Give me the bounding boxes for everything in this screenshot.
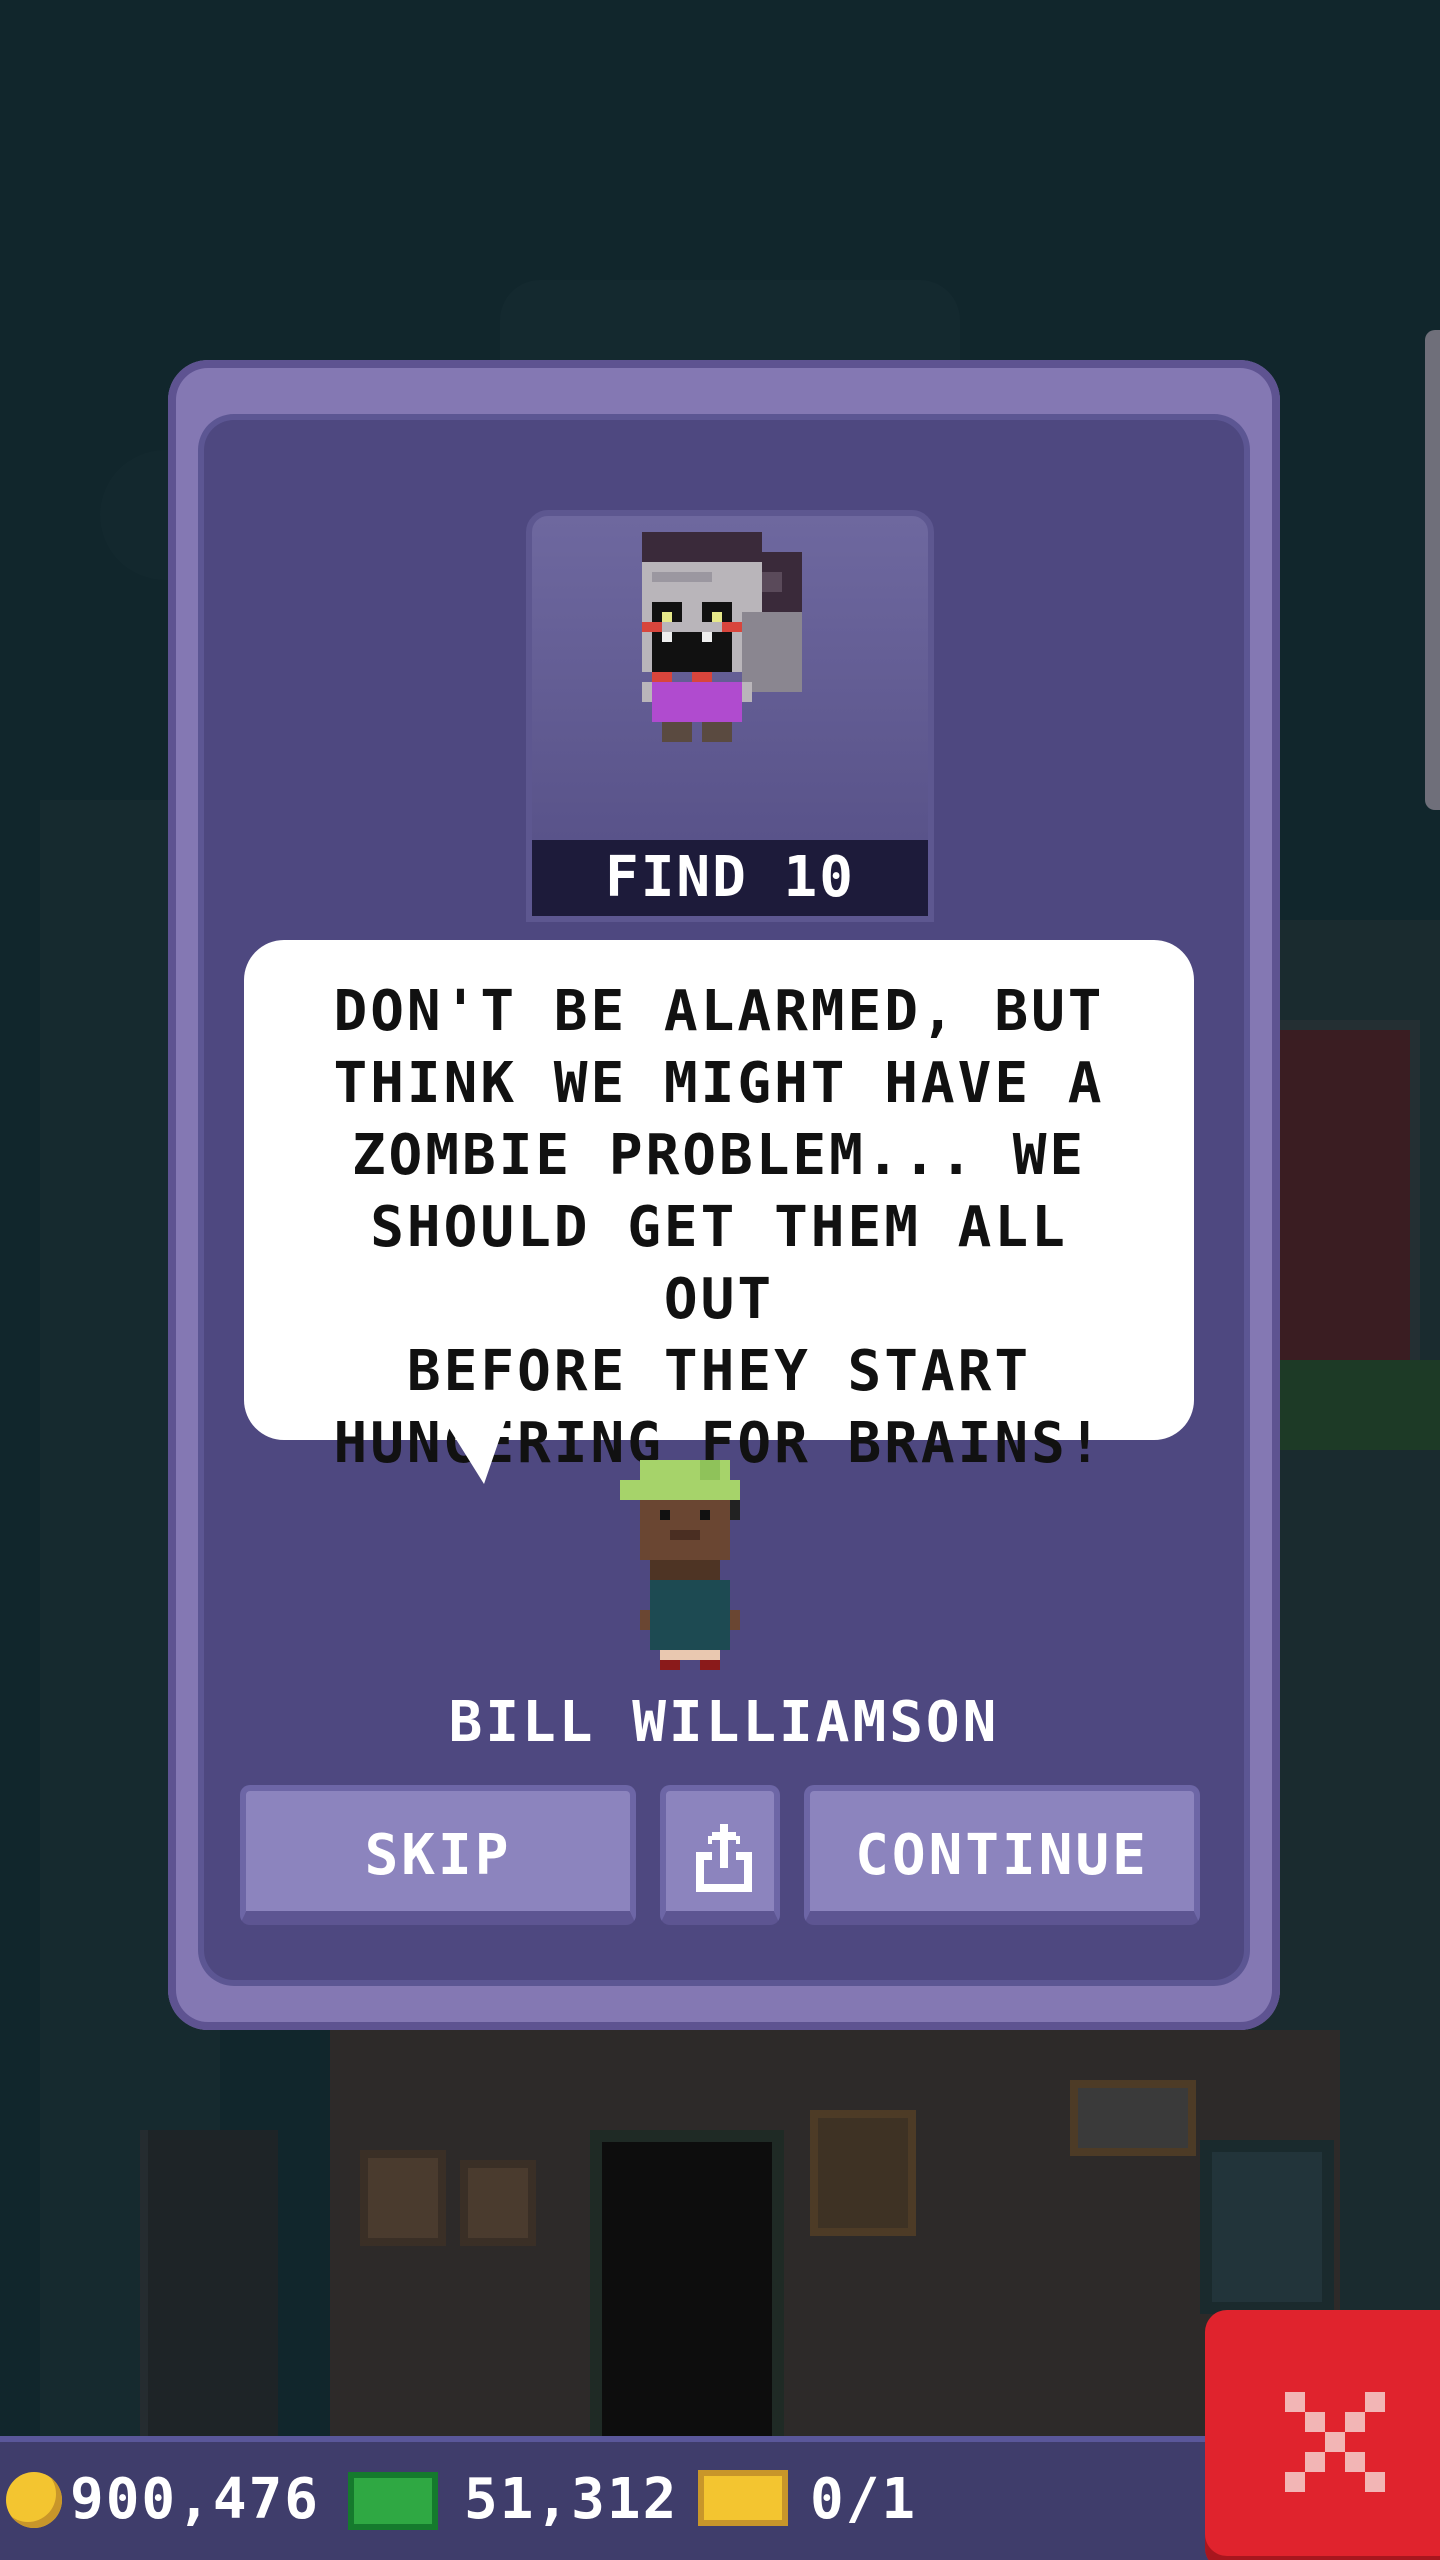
quest-dialog: FIND 10 DON'T BE ALARMED, BUT THINK WE M… bbox=[168, 360, 1280, 2030]
side-panel-tab[interactable] bbox=[1425, 330, 1440, 810]
share-icon bbox=[696, 1824, 752, 1892]
room-window bbox=[1200, 2140, 1334, 2314]
coins-value: 900,476 bbox=[70, 2467, 321, 2532]
background-grass bbox=[1270, 1360, 1440, 1450]
golden-ticket-icon bbox=[698, 2470, 788, 2526]
zombie-icon bbox=[642, 532, 802, 742]
bux-counter[interactable]: 51,312 bbox=[348, 2460, 678, 2540]
tickets-counter[interactable]: 0/1 bbox=[698, 2460, 958, 2540]
close-icon bbox=[1285, 2392, 1385, 2492]
quest-dialog-body: FIND 10 DON'T BE ALARMED, BUT THINK WE M… bbox=[204, 420, 1244, 1980]
bux-value: 51,312 bbox=[464, 2467, 679, 2532]
quest-target-card: FIND 10 bbox=[526, 510, 934, 922]
coins-counter[interactable]: 900,476 bbox=[6, 2460, 326, 2540]
coin-icon bbox=[6, 2472, 62, 2528]
bux-icon bbox=[348, 2472, 438, 2530]
wall-picture bbox=[360, 2150, 446, 2246]
speaker-name: BILL WILLIAMSON bbox=[448, 1690, 1000, 1755]
game-scene: FIND 10 DON'T BE ALARMED, BUT THINK WE M… bbox=[0, 0, 1440, 2560]
wall-picture bbox=[810, 2110, 916, 2236]
continue-button[interactable]: CONTINUE bbox=[804, 1785, 1200, 1925]
quest-dialog-text: DON'T BE ALARMED, BUT THINK WE MIGHT HAV… bbox=[333, 979, 1105, 1476]
close-button[interactable] bbox=[1205, 2310, 1440, 2560]
tickets-value: 0/1 bbox=[810, 2467, 918, 2532]
speech-bubble: DON'T BE ALARMED, BUT THINK WE MIGHT HAV… bbox=[244, 940, 1194, 1476]
speech-bubble-tail bbox=[444, 1420, 506, 1484]
share-button[interactable] bbox=[660, 1785, 780, 1925]
quest-goal-label: FIND 10 bbox=[532, 840, 928, 916]
wall-picture bbox=[460, 2160, 536, 2246]
room-door bbox=[590, 2130, 784, 2474]
bitizen-icon bbox=[620, 1460, 740, 1670]
skip-button[interactable]: SKIP bbox=[240, 1785, 636, 1925]
wall-picture bbox=[1070, 2080, 1196, 2156]
